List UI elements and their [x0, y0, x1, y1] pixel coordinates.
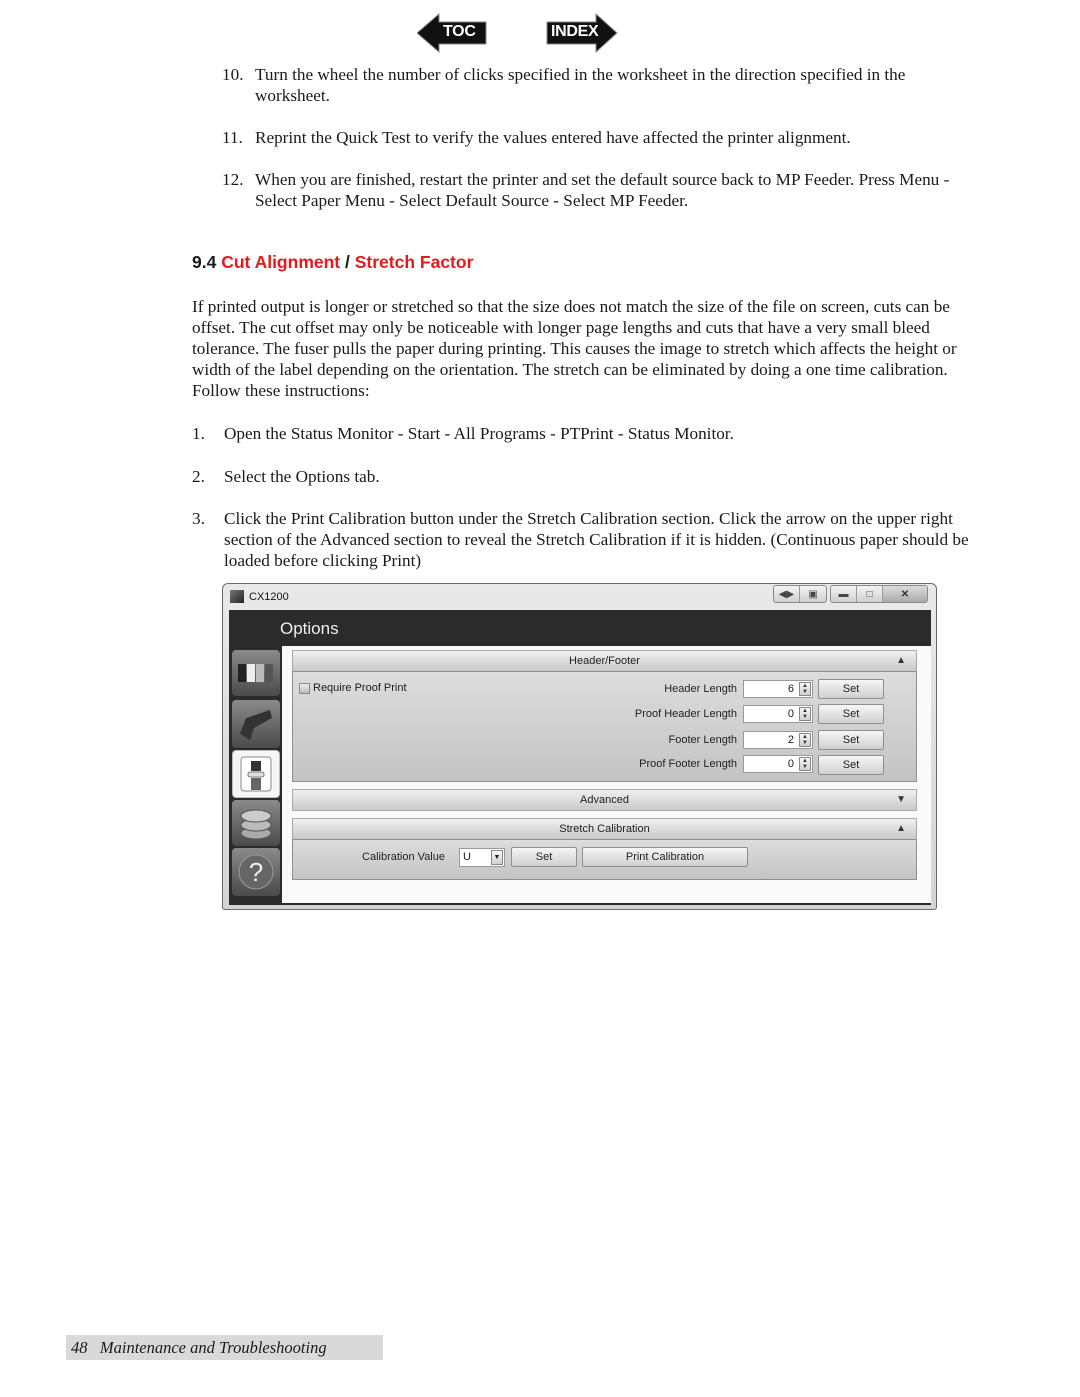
header-footer-section-body: Require Proof Print Header Length 6 ▲ ▼ S… [292, 671, 917, 782]
options-page-title: Options [280, 619, 339, 638]
list-item: 12. When you are finished, restart the p… [222, 169, 982, 211]
step-number: 10. [222, 65, 244, 84]
advanced-title: Advanced [580, 794, 629, 806]
toc-label: TOC [443, 23, 476, 40]
stretch-calibration-title: Stretch Calibration [559, 823, 650, 835]
step-number: 12. [222, 170, 244, 189]
list-item: 3. Click the Print Calibration button un… [192, 508, 984, 571]
step-text: Open the Status Monitor - Start - All Pr… [224, 424, 734, 443]
proof-footer-length-input[interactable]: 0 ▲ ▼ [743, 755, 813, 773]
section-separator: / [345, 252, 350, 272]
app-logo-icon [230, 590, 244, 603]
sidebar-tab-ink[interactable] [232, 650, 280, 696]
svg-text:?: ? [249, 857, 263, 887]
intro-paragraph: If printed output is longer or stretched… [192, 297, 957, 400]
spin-arrows-icon[interactable]: ▲ ▼ [799, 733, 811, 747]
require-proof-print-checkbox[interactable]: Require Proof Print [299, 682, 407, 694]
require-proof-print-label: Require Proof Print [313, 682, 407, 694]
close-icon[interactable]: ✕ [883, 586, 927, 602]
step-text: Click the Print Calibration button under… [224, 509, 969, 570]
header-footer-title: Header/Footer [569, 655, 640, 667]
calibration-set-button[interactable]: Set [511, 847, 577, 867]
settings-icon[interactable]: ▣ [800, 586, 826, 602]
sidebar-tab-printer[interactable] [232, 700, 280, 748]
window-controls: ◀▶ ▣ ▬ □ ✕ [773, 585, 928, 603]
chapter-title: Maintenance and Troubleshooting [99, 1338, 327, 1357]
minimize-icon[interactable]: ▬ [831, 586, 857, 602]
stretch-calibration-section-body: Calibration Value U ▼ Set Print Calibrat… [292, 839, 917, 880]
collapse-chevron-icon[interactable]: ▲ [896, 819, 906, 839]
step-number: 3. [192, 509, 205, 528]
maximize-icon[interactable]: □ [857, 586, 883, 602]
cx1200-options-window: CX1200 ◀▶ ▣ ▬ □ ✕ Options ? Header/Foote… [222, 583, 937, 910]
header-length-set-button[interactable]: Set [818, 679, 884, 699]
step-number: 1. [192, 424, 205, 443]
stretch-calibration-section-header[interactable]: Stretch Calibration ▲ [292, 818, 917, 840]
index-link[interactable]: INDEX [546, 13, 618, 53]
help-icon[interactable]: ◀▶ [774, 586, 800, 602]
calibration-value-select[interactable]: U ▼ [459, 848, 505, 867]
options-icon [240, 756, 272, 792]
calibration-value: U [463, 851, 471, 863]
proof-header-length-set-button[interactable]: Set [818, 704, 884, 724]
footer-length-label: Footer Length [668, 734, 738, 746]
spin-arrows-icon[interactable]: ▲ ▼ [799, 682, 811, 696]
step-text: Turn the wheel the number of clicks spec… [255, 65, 906, 105]
sidebar-tab-options[interactable] [232, 750, 280, 798]
advanced-section-header[interactable]: Advanced ▼ [292, 789, 917, 811]
footer-length-value: 2 [787, 734, 794, 746]
list-item: 10. Turn the wheel the number of clicks … [222, 64, 982, 106]
footer-length-set-button[interactable]: Set [818, 730, 884, 750]
header-length-value: 6 [787, 683, 794, 695]
step-number: 11. [222, 128, 243, 147]
section-number: 9.4 [192, 252, 217, 272]
proof-footer-length-value: 0 [787, 758, 794, 770]
proof-header-length-input[interactable]: 0 ▲ ▼ [743, 705, 813, 723]
step-text: Reprint the Quick Test to verify the val… [255, 128, 851, 147]
page-footer: 48 Maintenance and Troubleshooting [66, 1335, 383, 1360]
proof-footer-length-label: Proof Footer Length [639, 758, 737, 770]
options-content: Header/Footer ▲ Require Proof Print Head… [282, 646, 931, 903]
footer-length-input[interactable]: 2 ▲ ▼ [743, 731, 813, 749]
header-footer-section-header[interactable]: Header/Footer ▲ [292, 650, 917, 672]
header-length-label: Header Length [664, 683, 737, 695]
ink-cartridges-icon [238, 664, 273, 682]
spin-arrows-icon[interactable]: ▲ ▼ [799, 757, 811, 771]
step-text: When you are finished, restart the print… [255, 170, 950, 210]
list-item: 11. Reprint the Quick Test to verify the… [222, 127, 982, 148]
proof-header-length-label: Proof Header Length [634, 708, 737, 720]
spin-arrows-icon[interactable]: ▲ ▼ [799, 707, 811, 721]
index-label: INDEX [551, 23, 599, 40]
dropdown-arrow-icon[interactable]: ▼ [491, 850, 503, 865]
step-text: Select the Options tab. [224, 467, 380, 486]
collapse-chevron-icon[interactable]: ▲ [896, 651, 906, 671]
sidebar-tab-help[interactable]: ? [232, 848, 280, 896]
calibration-value-label: Calibration Value [362, 851, 445, 863]
section-title-part2[interactable]: Stretch Factor [355, 252, 474, 272]
app-main-area: Options ? Header/Footer ▲ Require Proof … [229, 610, 931, 905]
proof-header-length-value: 0 [787, 708, 794, 720]
toc-link[interactable]: TOC [417, 13, 487, 53]
list-item: 2. Select the Options tab. [192, 466, 984, 487]
header-length-input[interactable]: 6 ▲ ▼ [743, 680, 813, 698]
proof-footer-length-set-button[interactable]: Set [818, 755, 884, 775]
window-title: CX1200 [249, 591, 289, 603]
printer-icon [240, 708, 272, 740]
section-title-part1[interactable]: Cut Alignment [221, 252, 340, 272]
expand-chevron-icon[interactable]: ▼ [896, 790, 906, 810]
help-question-icon: ? [238, 854, 274, 890]
page-number: 48 [71, 1338, 88, 1357]
checkbox-box[interactable] [299, 682, 310, 694]
print-calibration-button[interactable]: Print Calibration [582, 847, 748, 867]
list-item: 1. Open the Status Monitor - Start - All… [192, 423, 984, 444]
step-number: 2. [192, 467, 205, 486]
media-rolls-icon [240, 809, 272, 840]
sidebar-tab-media[interactable] [232, 800, 280, 846]
section-heading: 9.4 Cut Alignment / Stretch Factor [192, 252, 473, 273]
